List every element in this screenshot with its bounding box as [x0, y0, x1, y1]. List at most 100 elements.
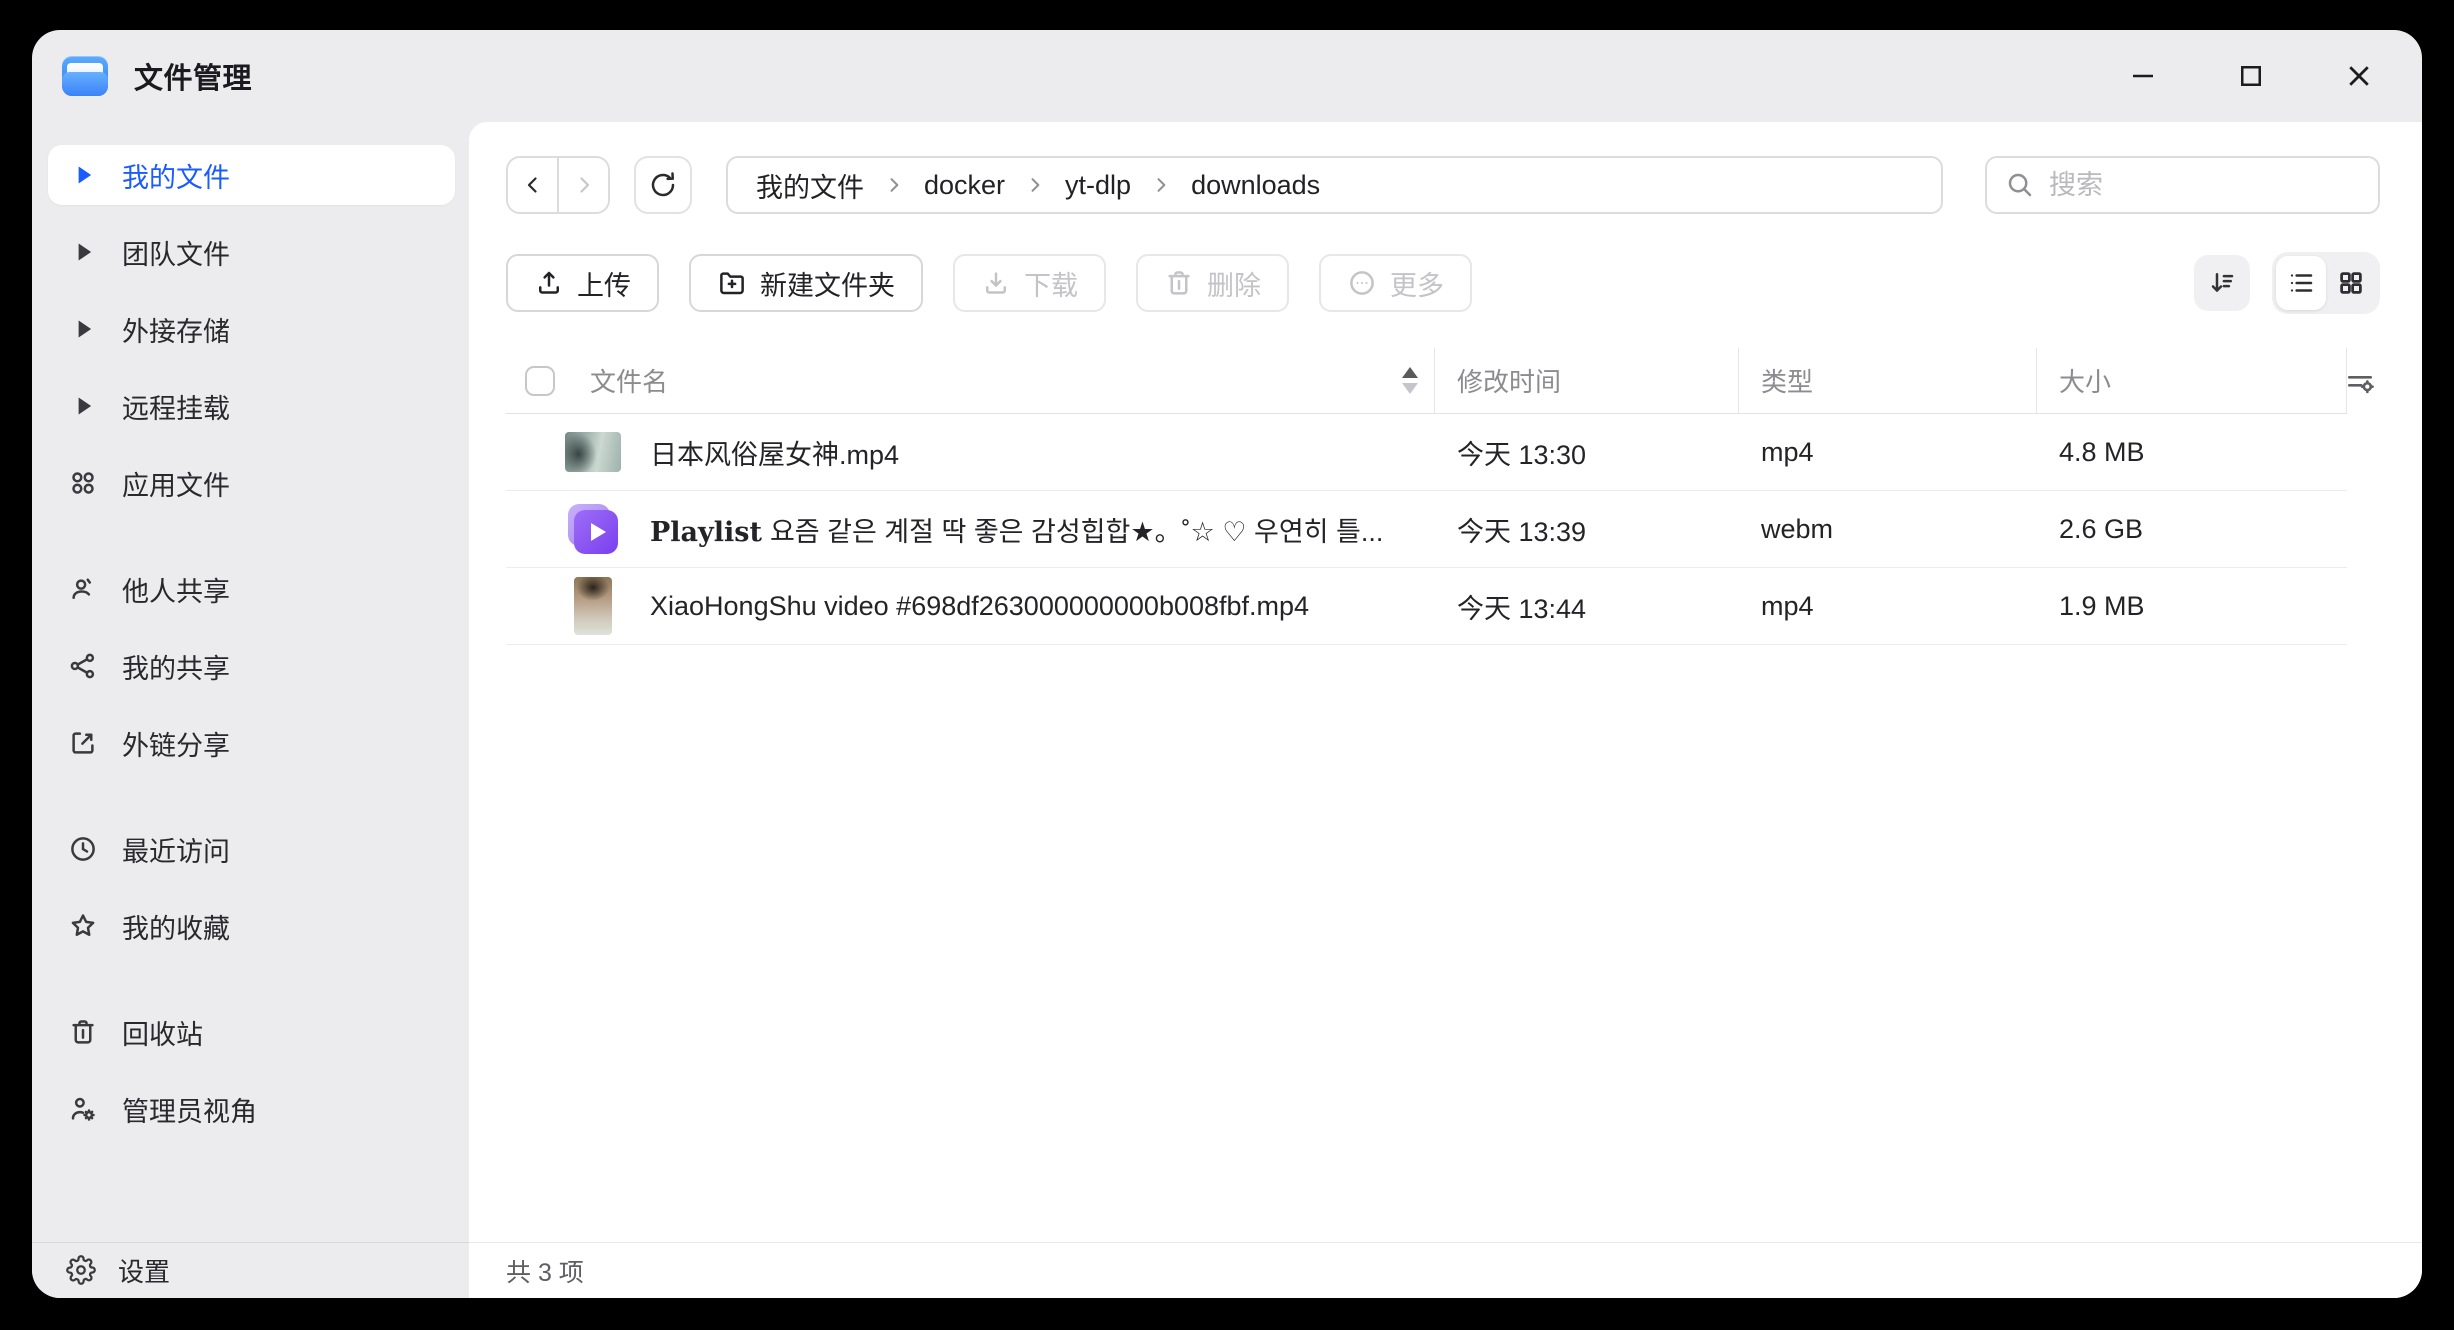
- file-name-cell: XiaoHongShu video #698df263000000000b008…: [506, 577, 1435, 635]
- caret-right-icon: [66, 389, 100, 423]
- column-header-type[interactable]: 类型: [1738, 348, 2036, 413]
- modified-cell: 今天 13:44: [1435, 587, 1739, 626]
- title-bar: 文件管理: [32, 30, 2422, 122]
- minimize-button[interactable]: [2120, 53, 2166, 99]
- column-settings-button[interactable]: [2340, 362, 2380, 402]
- search-box: [1985, 156, 2380, 214]
- sidebar-item-favorites[interactable]: 我的收藏: [48, 896, 455, 956]
- sidebar-item-label: 团队文件: [122, 233, 230, 272]
- new-folder-button[interactable]: 新建文件夹: [689, 254, 923, 312]
- search-icon: [2005, 170, 2035, 200]
- refresh-button[interactable]: [634, 156, 692, 214]
- sidebar-item-my-shares[interactable]: 我的共享: [48, 636, 455, 696]
- sidebar-group-sharing: 他人共享 我的共享 外链分享: [48, 559, 455, 773]
- sidebar-item-recent[interactable]: 最近访问: [48, 819, 455, 879]
- type-cell: mp4: [1739, 591, 2037, 622]
- caret-right-icon: [66, 235, 100, 269]
- maximize-icon: [2236, 61, 2266, 91]
- grid-view-button[interactable]: [2326, 256, 2376, 310]
- main-content: 我的文件 docker yt-dlp downloads: [469, 122, 2422, 1298]
- breadcrumb-item[interactable]: docker: [924, 170, 1005, 201]
- upload-button[interactable]: 上传: [506, 254, 659, 312]
- sidebar-item-label: 管理员视角: [122, 1090, 257, 1129]
- sort-indicator[interactable]: [1402, 367, 1418, 394]
- star-icon: [66, 909, 100, 943]
- size-cell: 1.9 MB: [2037, 591, 2347, 622]
- sidebar-item-my-files[interactable]: 我的文件: [48, 145, 455, 205]
- file-name-cell: Playlist요즘 같은 계절 딱 좋은 감성힙합★。˚☆ ♡ 우연히 틀..…: [506, 504, 1435, 554]
- download-button[interactable]: 下载: [953, 254, 1106, 312]
- file-table: 文件名 修改时间 类型 大小: [506, 348, 2380, 1242]
- sidebar-footer: 设置: [32, 1242, 469, 1298]
- sidebar-item-admin-view[interactable]: 管理员视角: [48, 1079, 455, 1139]
- search-input[interactable]: [2049, 170, 2360, 201]
- settings-button[interactable]: 设置: [118, 1252, 170, 1289]
- sidebar-item-team-files[interactable]: 团队文件: [48, 222, 455, 282]
- table-row[interactable]: XiaoHongShu video #698df263000000000b008…: [506, 568, 2347, 645]
- video-portrait-thumbnail: [574, 577, 612, 635]
- size-cell: 4.8 MB: [2037, 437, 2347, 468]
- thumbnail-slot: [565, 577, 621, 635]
- clock-icon: [66, 832, 100, 866]
- breadcrumb-item[interactable]: yt-dlp: [1065, 170, 1131, 201]
- table-row[interactable]: 日本风俗屋女神.mp4 今天 13:30 mp4 4.8 MB: [506, 414, 2347, 491]
- table-header: 文件名 修改时间 类型 大小: [506, 348, 2347, 414]
- delete-button[interactable]: 删除: [1136, 254, 1289, 312]
- sidebar-item-remote-mount[interactable]: 远程挂载: [48, 376, 455, 436]
- table-row[interactable]: Playlist요즘 같은 계절 딱 좋은 감성힙합★。˚☆ ♡ 우연히 틀..…: [506, 491, 2347, 568]
- column-header-modified[interactable]: 修改时间: [1434, 348, 1738, 413]
- breadcrumb-separator-icon: [1151, 175, 1171, 195]
- caret-right-icon: [66, 312, 100, 346]
- sidebar-item-label: 他人共享: [122, 570, 230, 609]
- upload-icon: [534, 268, 564, 298]
- list-view-button[interactable]: [2276, 256, 2326, 310]
- column-header-modified-label: 修改时间: [1457, 362, 1561, 399]
- download-button-label: 下载: [1024, 264, 1078, 303]
- sidebar: 我的文件 团队文件 外接存储: [32, 122, 469, 1298]
- play-icon: [591, 523, 606, 541]
- refresh-icon: [648, 170, 678, 200]
- view-mode-toggle: [2272, 252, 2380, 314]
- minimize-icon: [2128, 61, 2158, 91]
- trash-icon: [66, 1015, 100, 1049]
- breadcrumb-item[interactable]: downloads: [1191, 170, 1320, 201]
- caret-right-icon: [66, 158, 100, 192]
- column-header-size[interactable]: 大小: [2036, 348, 2346, 413]
- delete-icon: [1164, 268, 1194, 298]
- playlist-icon: [568, 504, 618, 554]
- close-button[interactable]: [2336, 53, 2382, 99]
- sidebar-item-app-files[interactable]: 应用文件: [48, 453, 455, 513]
- breadcrumb-separator-icon: [884, 175, 904, 195]
- sidebar-item-label: 外接存储: [122, 310, 230, 349]
- file-name: 日本风俗屋女神.mp4: [650, 433, 899, 472]
- sidebar-item-external-link-share[interactable]: 外链分享: [48, 713, 455, 773]
- file-name-text: XiaoHongShu video #698df263000000000b008…: [650, 591, 1309, 621]
- more-button[interactable]: 更多: [1319, 254, 1472, 312]
- modified-cell: 今天 13:39: [1435, 510, 1739, 549]
- sidebar-item-label: 回收站: [122, 1013, 203, 1052]
- sidebar-item-label: 我的收藏: [122, 907, 230, 946]
- file-name: Playlist요즘 같은 계절 딱 좋은 감성힙합★。˚☆ ♡ 우연히 틀..…: [650, 510, 1383, 549]
- type-cell: webm: [1739, 514, 2037, 545]
- back-button[interactable]: [508, 158, 559, 212]
- new-folder-icon: [717, 268, 747, 298]
- sidebar-item-label: 我的共享: [122, 647, 230, 686]
- sidebar-item-shared-by-others[interactable]: 他人共享: [48, 559, 455, 619]
- upload-button-label: 上传: [577, 264, 631, 303]
- sidebar-item-label: 最近访问: [122, 830, 230, 869]
- breadcrumb-item[interactable]: 我的文件: [756, 166, 864, 205]
- close-icon: [2344, 61, 2374, 91]
- video-landscape-thumbnail: [565, 432, 621, 472]
- select-all-checkbox[interactable]: [525, 366, 555, 396]
- maximize-button[interactable]: [2228, 53, 2274, 99]
- sort-order-button[interactable]: [2194, 255, 2250, 311]
- sidebar-item-recycle-bin[interactable]: 回收站: [48, 1002, 455, 1062]
- history-buttons: [506, 156, 610, 214]
- sidebar-item-external-storage[interactable]: 外接存储: [48, 299, 455, 359]
- column-header-name[interactable]: 文件名: [506, 348, 1434, 413]
- thumbnail-slot: [565, 432, 621, 472]
- breadcrumb: 我的文件 docker yt-dlp downloads: [726, 156, 1943, 214]
- sort-desc-icon: [2207, 268, 2237, 298]
- forward-button[interactable]: [559, 158, 608, 212]
- share-icon: [66, 649, 100, 683]
